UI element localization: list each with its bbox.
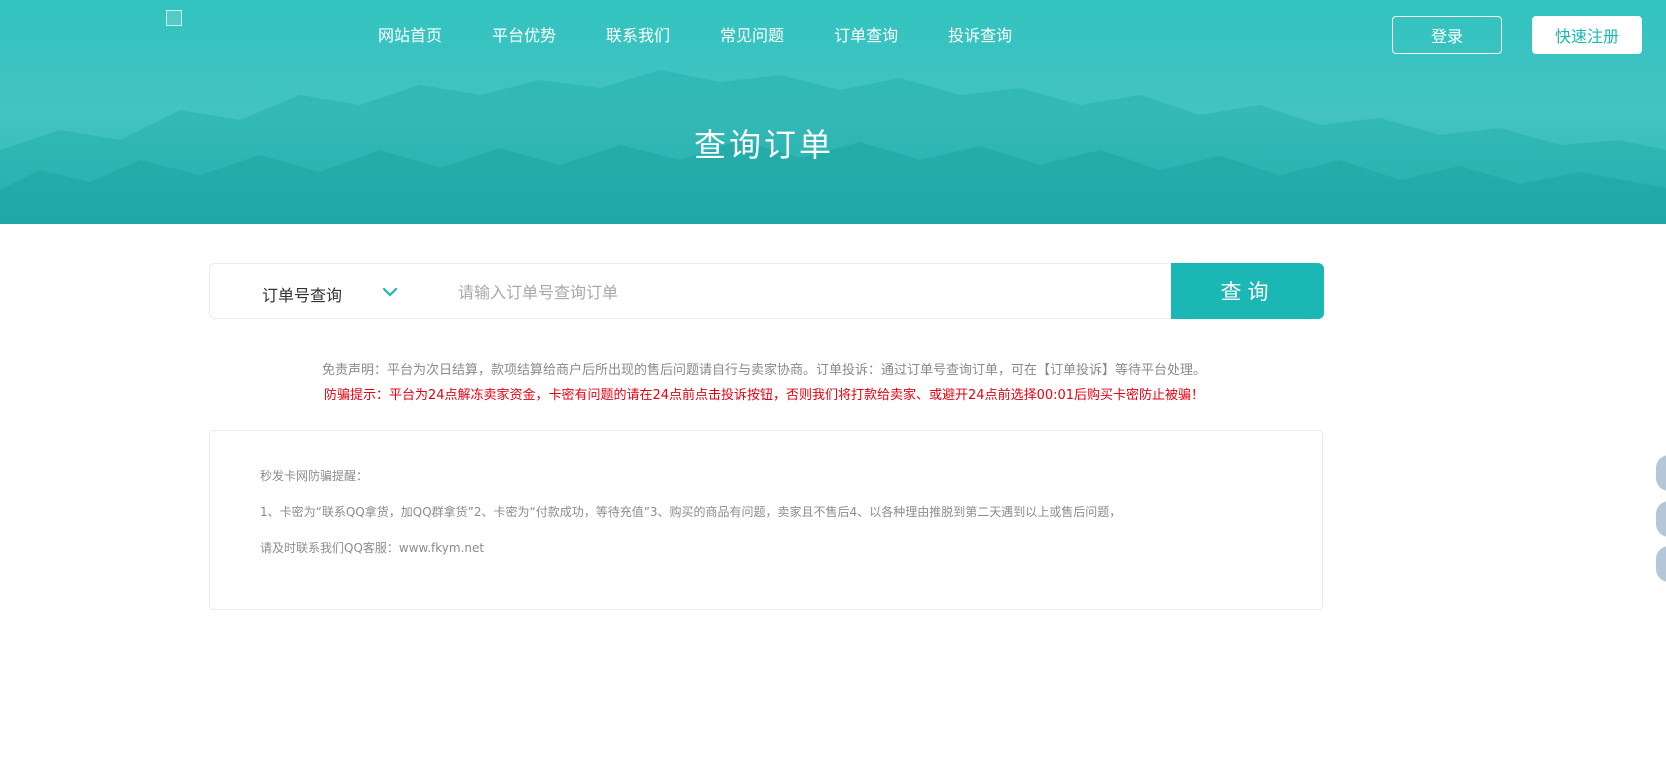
page-title: 查询订单 [693,126,834,164]
fraud-warning-text: 防骗提示：平台为24点解冻卖家资金，卡密有问题的请在24点前点击投诉按钮，否则我… [323,388,1205,403]
register-button[interactable]: 快速注册 [1532,16,1642,54]
query-button[interactable]: 查询 [1171,263,1324,319]
nav-home[interactable]: 网站首页 [378,22,442,46]
site-logo[interactable] [166,10,182,26]
order-search-bar: 订单号查询 [209,263,1324,319]
side-float-button-3[interactable] [1656,546,1666,582]
main-nav: 网站首页 平台优势 联系我们 常见问题 订单查询 投诉查询 [378,22,1062,46]
chevron-down-icon[interactable] [380,282,400,302]
search-type-select[interactable]: 订单号查询 [262,282,342,306]
hero-banner: 网站首页 平台优势 联系我们 常见问题 订单查询 投诉查询 登录 快速注册 查询… [0,0,1666,224]
side-float-button-1[interactable] [1656,455,1666,491]
anti-fraud-title: 秒发卡网防骗提醒： [260,469,369,483]
nav-faq[interactable]: 常见问题 [720,22,784,46]
anti-fraud-line-1: 1、卡密为“联系QQ拿货，加QQ群拿货”2、卡密为“付款成功，等待充值”3、购买… [260,505,1122,519]
order-number-input[interactable] [456,272,1060,312]
nav-complaint-query[interactable]: 投诉查询 [948,22,1012,46]
nav-contact[interactable]: 联系我们 [606,22,670,46]
nav-advantages[interactable]: 平台优势 [492,22,556,46]
side-float-button-2[interactable] [1656,501,1666,537]
nav-order-query[interactable]: 订单查询 [834,22,898,46]
anti-fraud-notice: 秒发卡网防骗提醒： 1、卡密为“联系QQ拿货，加QQ群拿货”2、卡密为“付款成功… [209,430,1323,610]
disclaimer-text: 免责声明：平台为次日结算，款项结算给商户后所出现的售后问题请自行与卖家协商。订单… [321,363,1206,378]
anti-fraud-line-2: 请及时联系我们QQ客服：www.fkym.net [260,541,485,555]
login-button[interactable]: 登录 [1392,16,1502,54]
